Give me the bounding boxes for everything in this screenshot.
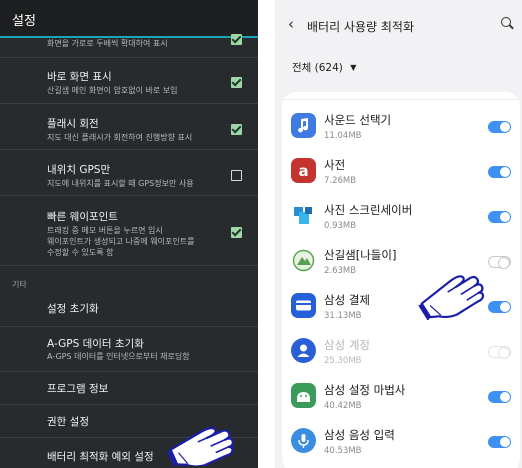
app-name: 삼성 결제 xyxy=(324,293,370,307)
setting-title: 설정 초기화 xyxy=(47,303,99,315)
setting-checkbox[interactable] xyxy=(231,34,242,45)
setting-title: 빠른 웨이포인트 xyxy=(47,211,118,223)
app-name: 사전 xyxy=(324,158,346,172)
setting-row-flash-rotate[interactable]: 플래시 회전 지도 대신 플래시가 회전하여 진행방향 표시 xyxy=(0,104,258,150)
battery-title: 배터리 사용량 최적화 xyxy=(307,20,414,34)
dictionary-icon: a xyxy=(291,158,316,183)
setting-checkbox[interactable] xyxy=(231,124,242,135)
setting-sub: 지도에 내위치를 표시할 때 GPS정보만 사용 xyxy=(47,179,194,188)
setting-title: 권한 설정 xyxy=(47,416,89,428)
samsung-pay-icon xyxy=(291,293,316,318)
setting-row-quick-waypoint[interactable]: 빠른 웨이포인트 트래킹 중 메모 버튼을 누르면 임시 웨이포인트가 생성되고… xyxy=(0,196,258,266)
settings-panel: 설정 화면을 가로로 두배씩 확대하여 표시 바로 화면 표시 산길샘 메인 화… xyxy=(0,0,258,468)
screenshot-root: 설정 화면을 가로로 두배씩 확대하여 표시 바로 화면 표시 산길샘 메인 화… xyxy=(0,0,522,468)
app-size: 11.04MB xyxy=(324,131,362,141)
app-row[interactable]: 삼성 음성 입력 40.53MB xyxy=(282,419,520,464)
setting-sub: 산길샘 메인 화면이 암호없이 바로 보임 xyxy=(47,86,178,95)
setting-row-agps-reset[interactable]: A-GPS 데이터 초기화 A-GPS 데이터를 인터넷으로부터 재로딩함 xyxy=(0,327,258,372)
settings-app-bar: 설정 xyxy=(0,0,258,38)
setting-row-direct-screen[interactable]: 바로 화면 표시 산길샘 메인 화면이 암호없이 바로 보임 xyxy=(0,58,258,104)
app-filter-dropdown[interactable]: 전체 (624) ▼ xyxy=(292,60,356,75)
battery-header: ‹ 배터리 사용량 최적화 xyxy=(275,0,522,50)
app-row[interactable]: a 사전 7.26MB xyxy=(282,149,520,194)
optimize-toggle[interactable] xyxy=(488,256,511,269)
app-row[interactable]: 삼성 계정 25.30MB xyxy=(282,329,520,374)
setting-title: 프로그램 정보 xyxy=(47,383,109,395)
sound-picker-icon xyxy=(291,113,316,138)
setting-row-reset[interactable]: 설정 초기화 xyxy=(0,291,258,327)
app-size: 40.53MB xyxy=(324,446,362,456)
app-name: 삼성 설정 마법사 xyxy=(324,383,406,397)
svg-text:a: a xyxy=(298,162,308,180)
caret-down-icon: ▼ xyxy=(350,63,357,72)
pointing-hand-icon xyxy=(418,275,485,320)
photo-screensaver-icon xyxy=(291,203,316,228)
optimize-toggle[interactable] xyxy=(488,346,511,359)
app-size: 2.63MB xyxy=(324,266,357,276)
voice-input-icon xyxy=(291,428,316,453)
setting-sub: 화면을 가로로 두배씩 확대하여 표시 xyxy=(47,39,168,48)
search-icon[interactable] xyxy=(501,17,511,27)
filter-label: 전체 (624) xyxy=(292,62,343,74)
setting-title: 배터리 최적화 예외 설정 xyxy=(47,451,154,463)
app-name: 산길샘[나들이] xyxy=(324,248,397,262)
app-size: 0.93MB xyxy=(324,221,357,231)
setting-sub-line: 수정할 수 있도록 함 xyxy=(47,248,114,257)
setting-row-zoom[interactable]: 화면을 가로로 두배씩 확대하여 표시 xyxy=(0,34,258,58)
app-row[interactable]: 사진 스크린세이버 0.93MB xyxy=(282,194,520,239)
setting-row-gps-only[interactable]: 내위치 GPS만 지도에 내위치를 표시할 때 GPS정보만 사용 xyxy=(0,150,258,196)
app-size: 25.30MB xyxy=(324,356,362,366)
setting-checkbox[interactable] xyxy=(231,170,242,181)
setting-sub-line: 트래킹 중 메모 버튼을 누르면 임시 xyxy=(47,226,163,235)
app-name: 삼성 음성 입력 xyxy=(324,428,395,442)
pointing-hand-icon xyxy=(166,426,234,466)
app-name: 삼성 계정 xyxy=(324,338,370,352)
setting-sub-line: 웨이포인트가 생성되고 나중에 웨이포인트를 xyxy=(47,237,195,246)
section-header-etc: 기타 xyxy=(12,280,27,289)
optimize-toggle[interactable] xyxy=(488,166,511,178)
app-size: 31.13MB xyxy=(324,311,362,321)
sangilsaem-icon xyxy=(291,248,316,273)
app-row[interactable]: 사운드 선택기 11.04MB xyxy=(282,104,520,149)
optimize-toggle[interactable] xyxy=(488,211,511,223)
setting-title: A-GPS 데이터 초기화 xyxy=(47,338,144,350)
optimize-toggle[interactable] xyxy=(488,301,511,313)
app-name: 사운드 선택기 xyxy=(324,113,392,127)
setting-sub: 지도 대신 플래시가 회전하여 진행방향 표시 xyxy=(47,133,193,142)
settings-title: 설정 xyxy=(12,14,36,29)
setup-wizard-icon xyxy=(291,383,316,408)
setting-title: 내위치 GPS만 xyxy=(47,164,111,176)
setting-checkbox[interactable] xyxy=(231,227,242,238)
setting-checkbox[interactable] xyxy=(231,77,242,88)
setting-sub: A-GPS 데이터를 인터넷으로부터 재로딩함 xyxy=(47,352,190,361)
app-name: 사진 스크린세이버 xyxy=(324,203,413,217)
optimize-toggle[interactable] xyxy=(488,121,511,133)
setting-title: 플래시 회전 xyxy=(47,118,99,130)
back-arrow-icon[interactable]: ‹ xyxy=(288,15,294,33)
app-size: 7.26MB xyxy=(324,176,357,186)
setting-row-program-info[interactable]: 프로그램 정보 xyxy=(0,372,258,405)
optimize-toggle[interactable] xyxy=(488,436,511,448)
list-top-edge xyxy=(282,92,520,100)
app-size: 40.42MB xyxy=(324,401,362,411)
optimize-toggle[interactable] xyxy=(488,391,511,403)
setting-title: 바로 화면 표시 xyxy=(47,71,112,83)
app-row[interactable]: 삼성 설정 마법사 40.42MB xyxy=(282,374,520,419)
samsung-account-icon xyxy=(291,338,316,363)
battery-optimization-panel: ‹ 배터리 사용량 최적화 전체 (624) ▼ 사운드 선택기 11.04MB xyxy=(275,0,522,468)
